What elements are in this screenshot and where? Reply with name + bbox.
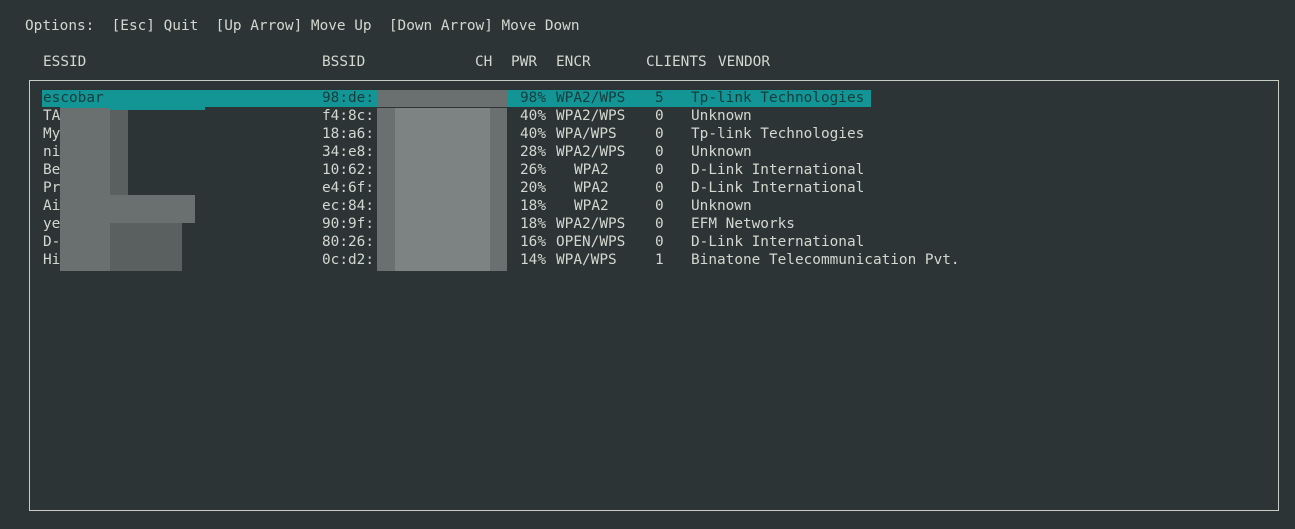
move-down-option[interactable]: [Down Arrow] Move Down xyxy=(389,18,580,34)
quit-option[interactable]: [Esc] Quit xyxy=(112,18,199,34)
cell-essid: My xyxy=(43,126,61,142)
network-row[interactable]: ye 90:9f: 18% WPA2/WPS 0 EFM Networks xyxy=(0,215,1295,233)
cell-encr: WPA2 xyxy=(574,180,609,196)
cell-essid: Ai xyxy=(43,198,61,214)
network-row[interactable]: ni 34:e8: 28% WPA2/WPS 0 Unknown xyxy=(0,143,1295,161)
network-row[interactable]: My 18:a6: 40% WPA/WPS 0 Tp-link Technologies xyxy=(0,125,1295,143)
cell-essid: Be xyxy=(43,162,61,178)
network-row[interactable]: TA f4:8c: 40% WPA2/WPS 0 Unknown xyxy=(0,107,1295,125)
column-header-essid: ESSID xyxy=(43,54,87,70)
cell-vendor: Unknown xyxy=(691,108,752,124)
network-row[interactable]: Be 10:62: 26% WPA2 0 D-Link International xyxy=(0,161,1295,179)
network-row[interactable]: Hi 0c:d2: 14% WPA/WPS 1 Binatone Telecommunic… xyxy=(0,251,1295,269)
cell-clients: 0 xyxy=(655,234,664,250)
cell-bssid: 0c:d2: xyxy=(322,252,374,268)
cell-essid: ye xyxy=(43,216,61,232)
cell-bssid: 34:e8: xyxy=(322,144,374,160)
cell-vendor: EFM Networks xyxy=(691,216,795,232)
cell-vendor: D-Link International xyxy=(691,162,865,178)
cell-bssid: 10:62: xyxy=(322,162,374,178)
cell-essid: Hi xyxy=(43,252,61,268)
network-row[interactable]: escobar 98:de: 98% WPA2/WPS 5 Tp-link Technol… xyxy=(0,89,1295,107)
cell-pwr: 26% xyxy=(520,162,546,178)
cell-encr: WPA2/WPS xyxy=(556,216,626,232)
cell-bssid: 98:de: xyxy=(322,90,374,106)
network-row[interactable]: D- 80:26: 16% OPEN/WPS 0 D-Link International xyxy=(0,233,1295,251)
cell-pwr: 40% xyxy=(520,108,546,124)
cell-bssid: f4:8c: xyxy=(322,108,374,124)
cell-bssid: ec:84: xyxy=(322,198,374,214)
cell-clients: 0 xyxy=(655,180,664,196)
cell-encr: WPA2 xyxy=(574,198,609,214)
cell-clients: 0 xyxy=(655,216,664,232)
cell-pwr: 14% xyxy=(520,252,546,268)
cell-clients: 5 xyxy=(655,90,664,106)
cell-pwr: 18% xyxy=(520,216,546,232)
cell-pwr: 16% xyxy=(520,234,546,250)
column-header-encr: ENCR xyxy=(556,54,591,70)
column-header-ch: CH xyxy=(475,54,493,70)
cell-pwr: 28% xyxy=(520,144,546,160)
cell-clients: 0 xyxy=(655,162,664,178)
cell-encr: WPA2 xyxy=(574,162,609,178)
cell-encr: OPEN/WPS xyxy=(556,234,626,250)
cell-vendor: Unknown xyxy=(691,198,752,214)
cell-pwr: 20% xyxy=(520,180,546,196)
options-label: Options: xyxy=(25,18,95,34)
cell-pwr: 98% xyxy=(520,90,546,106)
cell-vendor: D-Link International xyxy=(691,180,865,196)
cell-clients: 0 xyxy=(655,144,664,160)
cell-bssid: 18:a6: xyxy=(322,126,374,142)
cell-bssid: e4:6f: xyxy=(322,180,374,196)
cell-encr: WPA/WPS xyxy=(556,126,617,142)
cell-vendor: D-Link International xyxy=(691,234,865,250)
cell-vendor: Tp-link Technologies xyxy=(691,90,865,106)
cell-pwr: 18% xyxy=(520,198,546,214)
cell-essid: D- xyxy=(43,234,61,250)
move-up-option[interactable]: [Up Arrow] Move Up xyxy=(216,18,372,34)
cell-bssid: 80:26: xyxy=(322,234,374,250)
cell-encr: WPA2/WPS xyxy=(556,108,626,124)
cell-essid: TA xyxy=(43,108,61,124)
cell-clients: 0 xyxy=(655,198,664,214)
cell-clients: 0 xyxy=(655,126,664,142)
options-bar: Options: [Esc] Quit [Up Arrow] Move Up [… xyxy=(25,17,580,35)
cell-encr: WPA2/WPS xyxy=(556,90,626,106)
column-header-pwr: PWR xyxy=(511,54,537,70)
column-header-clients: CLIENTS xyxy=(646,54,707,70)
cell-encr: WPA2/WPS xyxy=(556,144,626,160)
cell-encr: WPA/WPS xyxy=(556,252,617,268)
cell-essid: Pr xyxy=(43,180,61,196)
cell-clients: 1 xyxy=(655,252,664,268)
column-header-bssid: BSSID xyxy=(322,54,366,70)
network-row[interactable]: Pr e4:6f: 20% WPA2 0 D-Link International xyxy=(0,179,1295,197)
cell-bssid: 90:9f: xyxy=(322,216,374,232)
cell-vendor: Tp-link Technologies xyxy=(691,126,865,142)
cell-essid: ni xyxy=(43,144,61,160)
cell-vendor: Unknown xyxy=(691,144,752,160)
cell-vendor: Binatone Telecommunication Pvt. xyxy=(691,252,960,268)
cell-essid: escobar xyxy=(43,90,104,106)
column-header-vendor: VENDOR xyxy=(718,54,770,70)
cell-pwr: 40% xyxy=(520,126,546,142)
network-row[interactable]: Ai ec:84: 18% WPA2 0 Unknown xyxy=(0,197,1295,215)
cell-clients: 0 xyxy=(655,108,664,124)
